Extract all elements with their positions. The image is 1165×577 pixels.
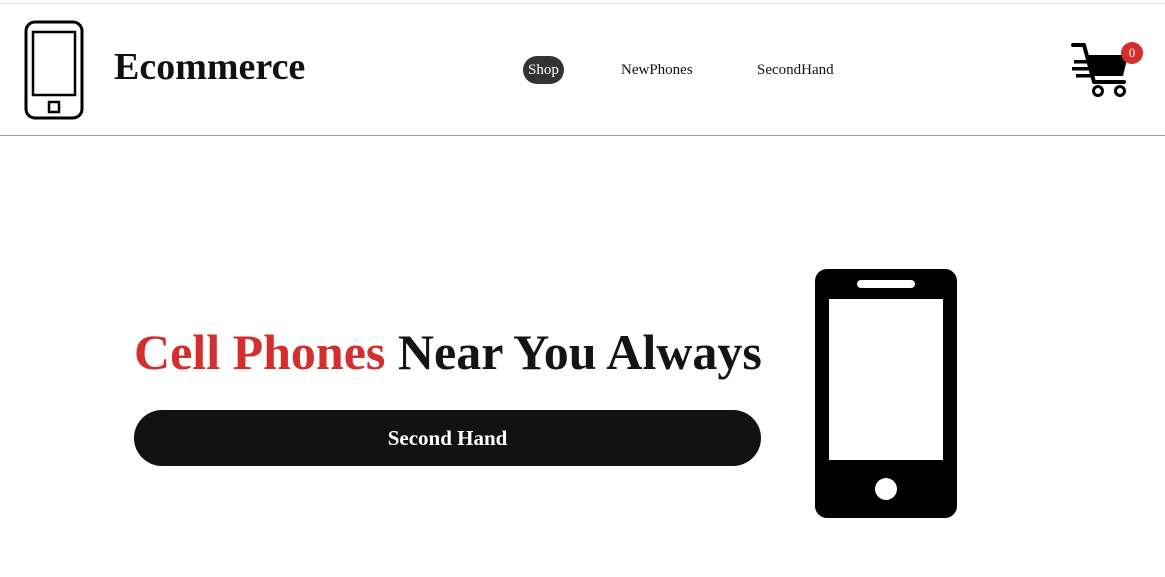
nav-link-newphones[interactable]: NewPhones [621,56,693,84]
nav-link-secondhand[interactable]: SecondHand [757,56,834,84]
smartphone-icon [815,269,957,518]
hero-title-accent: Cell Phones [134,324,386,380]
hero-title: Cell Phones Near You Always [134,326,762,378]
nav-link-shop[interactable]: Shop [523,56,564,84]
hero-title-rest: Near You Always [385,324,762,380]
smartphone-outline-icon [24,20,84,120]
brand-title[interactable]: Ecommerce [114,48,305,86]
second-hand-button[interactable]: Second Hand [134,410,761,466]
site-header: Ecommerce Shop NewPhones SecondHand 0 [0,4,1165,136]
cart-count-badge: 0 [1121,42,1143,64]
